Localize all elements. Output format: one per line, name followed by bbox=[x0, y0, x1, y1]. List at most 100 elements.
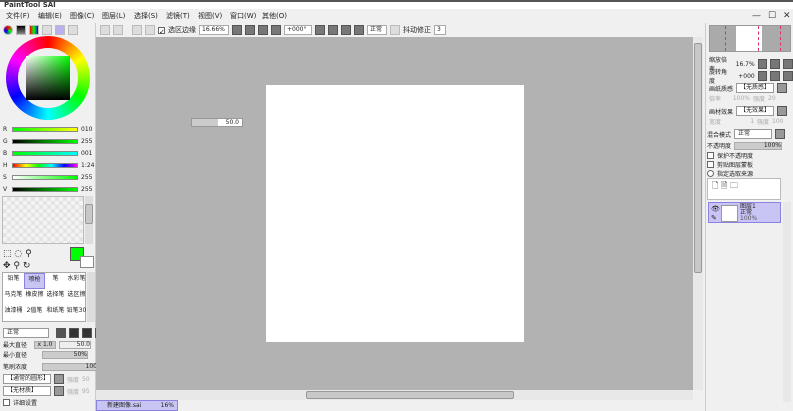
effect-select[interactable]: 【无效果】 bbox=[736, 106, 775, 116]
brush-shape-3[interactable] bbox=[82, 328, 92, 338]
size-multiplier[interactable]: x 1.0 bbox=[34, 340, 56, 349]
opacity-slider[interactable]: 100% bbox=[734, 141, 783, 150]
clipping-checkbox[interactable] bbox=[707, 161, 714, 168]
selection-edge-checkbox[interactable]: ✓ bbox=[158, 26, 165, 36]
visibility-eye-icon[interactable]: 👁 bbox=[711, 205, 720, 213]
nav-rotate-left[interactable] bbox=[757, 71, 768, 81]
zoom-dropdown[interactable] bbox=[232, 25, 242, 35]
brush-pencil[interactable]: 铅笔 bbox=[3, 273, 24, 289]
hsv-slider-tab[interactable] bbox=[29, 25, 39, 35]
view-toggle-button[interactable] bbox=[390, 25, 400, 35]
brush-marker[interactable]: 马克笔 bbox=[3, 289, 24, 305]
layer-blend-dropdown[interactable] bbox=[775, 129, 786, 139]
maximize-button[interactable]: ☐ bbox=[768, 11, 776, 21]
scratchpad-scrollbar[interactable] bbox=[85, 196, 93, 244]
minimize-button[interactable]: — bbox=[752, 11, 761, 21]
brush-pen[interactable]: 笔 bbox=[45, 273, 66, 289]
brush-select-pen[interactable]: 选择笔 bbox=[45, 289, 66, 305]
texture-dropdown[interactable] bbox=[54, 386, 64, 396]
rgb-slider-tab[interactable] bbox=[16, 25, 26, 35]
menu-layer[interactable]: 图层(L) bbox=[102, 10, 134, 22]
menu-image[interactable]: 图像(C) bbox=[70, 10, 102, 22]
slider-v[interactable]: V 255 bbox=[3, 185, 95, 193]
rotate-left-button[interactable] bbox=[315, 25, 325, 35]
view-mode-select[interactable]: 正常 bbox=[367, 25, 387, 35]
rotate-reset-button[interactable] bbox=[341, 25, 351, 35]
layer-blend-select[interactable]: 正常 bbox=[734, 129, 773, 139]
menu-file[interactable]: 文件(F) bbox=[6, 10, 38, 22]
shape-dropdown[interactable] bbox=[54, 374, 64, 384]
redo-button[interactable] bbox=[113, 25, 123, 35]
zoom-icon[interactable]: ⚲ bbox=[13, 261, 20, 271]
zoom-field[interactable]: 16.66% bbox=[199, 25, 229, 35]
menu-view[interactable]: 视图(V) bbox=[198, 10, 230, 22]
layer-scrollbar[interactable] bbox=[783, 202, 791, 402]
move-icon[interactable]: ✥ bbox=[3, 261, 11, 271]
canvas-paper[interactable] bbox=[266, 85, 524, 342]
slider-g[interactable]: G 255 bbox=[3, 137, 95, 145]
brush-watercolor[interactable]: 水彩笔 bbox=[66, 273, 87, 289]
nav-rotate-right[interactable] bbox=[770, 71, 781, 81]
layer-item[interactable]: 👁 ✎ 图层1 正常 100% bbox=[708, 202, 781, 223]
brush-washi[interactable]: 和纸笔 bbox=[45, 305, 66, 321]
deselect-button[interactable] bbox=[132, 25, 142, 35]
new-layer-set-icon[interactable]: 🗎 bbox=[721, 181, 727, 190]
brush-airbrush[interactable]: 喷枪 bbox=[24, 273, 45, 289]
brush-shape-select[interactable]: 【通常的圆形】 bbox=[3, 374, 51, 384]
paper-dropdown[interactable] bbox=[777, 83, 788, 93]
brush-shape-1[interactable] bbox=[56, 328, 66, 338]
brush-bucket[interactable]: 油漆桶 bbox=[3, 305, 24, 321]
close-button[interactable]: ✕ bbox=[783, 11, 791, 21]
selection-source-radio[interactable] bbox=[707, 170, 714, 177]
brush-deselect[interactable]: 选区擦 bbox=[66, 289, 87, 305]
lasso-icon[interactable]: ◌ bbox=[14, 249, 22, 259]
saturation-value-square[interactable] bbox=[26, 56, 70, 100]
rotate-icon[interactable]: ↻ bbox=[23, 261, 31, 271]
slider-h[interactable]: H 1:24 bbox=[3, 161, 95, 169]
slider-b[interactable]: B 001 bbox=[3, 149, 95, 157]
slider-s[interactable]: S 255 bbox=[3, 173, 95, 181]
document-tab[interactable]: 新建图像.sai 16% bbox=[96, 400, 178, 411]
invert-selection-button[interactable] bbox=[145, 25, 155, 35]
effect-dropdown[interactable] bbox=[777, 106, 788, 116]
flip-button[interactable] bbox=[354, 25, 364, 35]
brush-palette-scrollbar[interactable] bbox=[87, 272, 95, 322]
rotation-field[interactable]: +000° bbox=[284, 25, 312, 35]
new-layer-icon[interactable]: 🗋 bbox=[712, 181, 718, 190]
brush-eraser[interactable]: 橡皮擦 bbox=[24, 289, 45, 305]
color-wheel-tab[interactable] bbox=[3, 25, 13, 35]
brush-pencil30[interactable]: 铅笔30 bbox=[66, 305, 87, 321]
secondary-color-swatch[interactable] bbox=[80, 256, 94, 268]
scratchpad[interactable] bbox=[2, 196, 84, 244]
zoom-in-button[interactable] bbox=[258, 25, 268, 35]
max-size-field[interactable]: 50.0 bbox=[59, 340, 91, 349]
nav-angle-value[interactable]: +000 bbox=[735, 73, 754, 80]
undo-button[interactable] bbox=[100, 25, 110, 35]
scratchpad-tab[interactable] bbox=[68, 25, 78, 35]
protect-opacity-checkbox[interactable] bbox=[707, 152, 714, 159]
mixer-tab[interactable] bbox=[55, 25, 65, 35]
stabilizer-select[interactable]: 3 bbox=[434, 25, 446, 35]
rect-select-icon[interactable]: ⬚ bbox=[3, 249, 12, 259]
menu-filter[interactable]: 滤镜(T) bbox=[166, 10, 198, 22]
menu-select[interactable]: 选择(S) bbox=[134, 10, 166, 22]
blend-mode-select[interactable]: 正常 bbox=[3, 328, 49, 338]
vertical-scrollbar[interactable] bbox=[693, 37, 703, 390]
zoom-reset-button[interactable] bbox=[271, 25, 281, 35]
slider-r[interactable]: R 010 bbox=[3, 125, 95, 133]
zoom-out-button[interactable] bbox=[245, 25, 255, 35]
horizontal-scrollbar[interactable] bbox=[96, 390, 693, 400]
min-size-slider[interactable]: 50% bbox=[42, 350, 88, 359]
detail-settings-checkbox[interactable] bbox=[3, 399, 10, 406]
navigator-preview[interactable] bbox=[709, 25, 791, 52]
menu-edit[interactable]: 编辑(E) bbox=[38, 10, 70, 22]
density-slider[interactable]: 100 bbox=[42, 362, 98, 371]
brush-shape-2[interactable] bbox=[69, 328, 79, 338]
menu-other[interactable]: 其他(O) bbox=[262, 10, 294, 22]
paper-texture-select[interactable]: 【无质感】 bbox=[736, 83, 775, 93]
magic-wand-icon[interactable]: ⚲ bbox=[25, 249, 32, 259]
menu-window[interactable]: 窗口(W) bbox=[230, 10, 262, 22]
rotate-right-button[interactable] bbox=[328, 25, 338, 35]
folder-icon[interactable]: 🗀 bbox=[730, 181, 738, 190]
nav-rotate-reset[interactable] bbox=[783, 71, 793, 81]
